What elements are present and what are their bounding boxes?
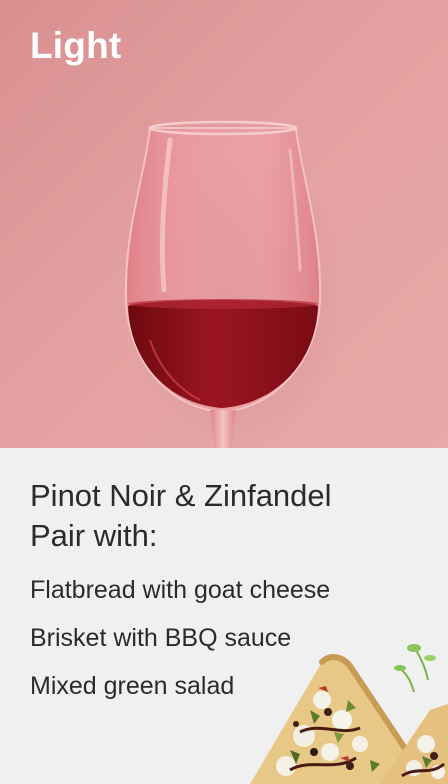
wine-pairing-card: Light Pinot Noir & Zinfandel Pair with: … bbox=[0, 0, 448, 784]
flatbread-image bbox=[250, 644, 448, 784]
pairing-heading: Pinot Noir & Zinfandel Pair with: bbox=[30, 476, 430, 556]
wine-glass-image bbox=[124, 120, 348, 448]
hero-section: Light bbox=[0, 0, 448, 448]
pair-with-label: Pair with: bbox=[30, 518, 158, 553]
wine-varietals: Pinot Noir & Zinfandel bbox=[30, 478, 332, 513]
pairing-item-flatbread: Flatbread with goat cheese bbox=[30, 576, 331, 604]
